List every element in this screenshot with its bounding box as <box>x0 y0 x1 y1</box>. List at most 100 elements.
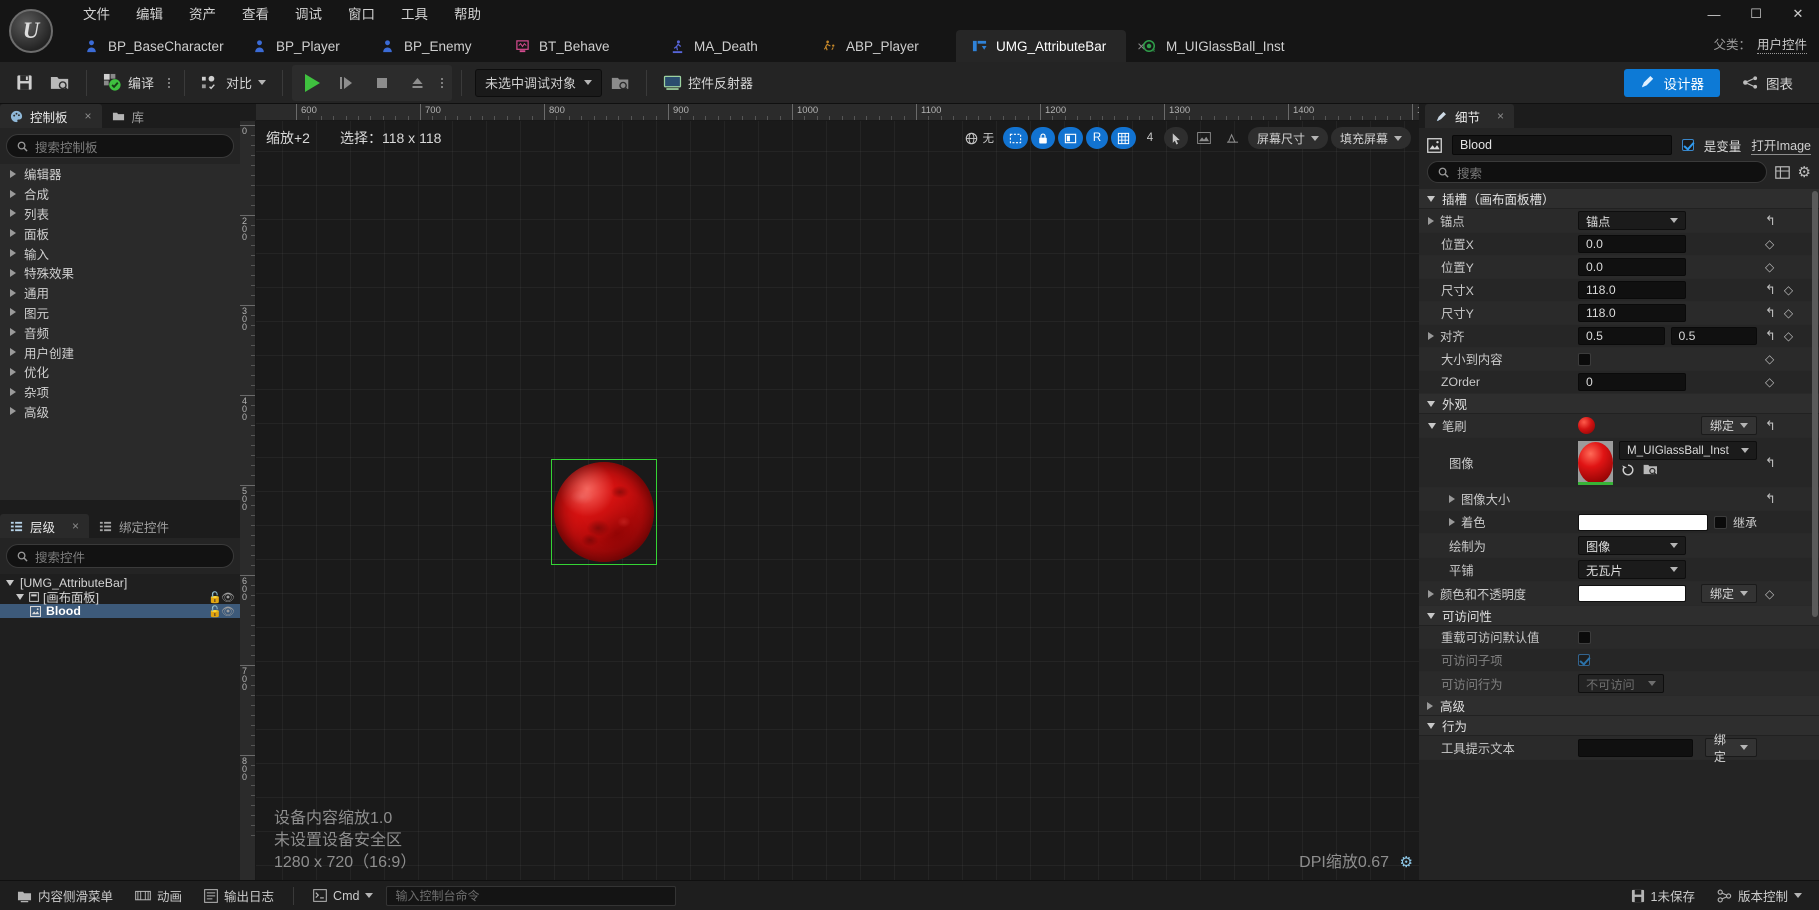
debug-browse-button[interactable] <box>604 67 637 99</box>
revert-icon[interactable]: ↰ <box>1765 491 1776 507</box>
source-control-button[interactable]: 版本控制 <box>1708 885 1811 907</box>
play-options-button[interactable] <box>436 77 448 88</box>
palette-search-input[interactable]: 搜索控制板 <box>6 134 234 158</box>
asset-tab-umg-attributebar[interactable]: UMG_AttributeBar × <box>956 30 1145 62</box>
asset-tab-ma-death[interactable]: MA_Death <box>654 30 806 62</box>
keyframe-icon[interactable]: ◇ <box>1784 306 1793 320</box>
blood-image-widget[interactable] <box>554 462 654 562</box>
section-header-appearance[interactable]: 外观 <box>1419 394 1819 414</box>
palette-category-misc[interactable]: 杂项 <box>0 382 240 402</box>
palette-category-primitive[interactable]: 图元 <box>0 303 240 323</box>
eject-button[interactable] <box>401 67 433 99</box>
asset-tab-m-uiglassball-inst[interactable]: x M_UIGlassBall_Inst <box>1126 30 1311 62</box>
tree-item-canvas-panel[interactable]: [画布面板] 🔓 👁 <box>0 590 240 605</box>
palette-category-special-effects[interactable]: 特殊效果 <box>0 263 240 283</box>
parent-class-link[interactable]: 用户控件 <box>1756 34 1807 54</box>
dashed-rect-button[interactable] <box>1002 127 1028 149</box>
section-header-behavior[interactable]: 行为 <box>1419 716 1819 736</box>
grid-size-value[interactable]: 4 <box>1139 127 1161 149</box>
tiling-dropdown[interactable]: 无瓦片 <box>1578 560 1686 579</box>
palette-category-user-created[interactable]: 用户创建 <box>0 342 240 362</box>
keyframe-icon[interactable]: ◇ <box>1765 587 1774 601</box>
hierarchy-tree[interactable]: [UMG_AttributeBar] [画布面板] 🔓 👁 Blood 🔓 👁 <box>0 574 240 880</box>
palette-category-optimization[interactable]: 优化 <box>0 362 240 382</box>
eye-icon[interactable]: 👁 <box>221 605 235 618</box>
keyframe-icon[interactable]: ◇ <box>1784 329 1793 343</box>
eye-icon[interactable]: 👁 <box>221 591 235 604</box>
zorder-input[interactable]: 0 <box>1578 373 1686 391</box>
mode-graph-button[interactable]: 图表 <box>1726 69 1809 97</box>
alignment-y-input[interactable]: 0.5 <box>1670 327 1757 345</box>
tab-details[interactable]: 细节 × <box>1425 104 1515 128</box>
gear-icon[interactable]: ⚙ <box>1400 853 1413 871</box>
draw-as-dropdown[interactable]: 图像 <box>1578 536 1686 555</box>
content-drawer-button[interactable]: 内容侧滑菜单 <box>8 885 122 907</box>
hierarchy-search-input[interactable]: 搜索控件 <box>6 544 234 568</box>
cmd-mode-dropdown[interactable]: Cmd <box>304 885 382 907</box>
lock-icon[interactable]: 🔓 <box>208 591 222 604</box>
tint-inherit-checkbox[interactable] <box>1713 515 1727 529</box>
details-properties-scroll[interactable]: 插槽（画布面板槽） 锚点 锚点 ↰ 位置X 0.0 ◇ 位置Y 0.0 ◇ 尺寸… <box>1419 189 1819 880</box>
screen-size-dropdown[interactable]: 屏幕尺寸 <box>1247 127 1328 149</box>
keyframe-icon[interactable]: ◇ <box>1765 352 1774 366</box>
asset-tab-bp-player[interactable]: BP_Player <box>236 30 364 62</box>
alignment-x-input[interactable]: 0.5 <box>1578 327 1665 345</box>
designer-canvas[interactable]: 缩放+2 选择：118 x 118 无 R 4 屏幕尺寸 填充屏幕 设备内容缩放… <box>256 121 1419 880</box>
use-selected-asset-icon[interactable] <box>1621 463 1635 477</box>
menu-assets[interactable]: 资产 <box>176 0 229 26</box>
revert-icon[interactable]: ↰ <box>1765 328 1776 344</box>
chevron-right-icon[interactable] <box>1428 332 1434 340</box>
tab-bound-widgets[interactable]: 绑定控件 <box>89 514 179 538</box>
lock-button[interactable] <box>1030 127 1055 149</box>
unsaved-changes-button[interactable]: 1未保存 <box>1622 885 1704 907</box>
tooltip-text-input[interactable] <box>1578 738 1693 757</box>
color-opacity-swatch[interactable] <box>1578 585 1686 602</box>
window-minimize-button[interactable]: — <box>1693 0 1735 28</box>
tree-item-umg-attributebar[interactable]: [UMG_AttributeBar] <box>0 576 240 590</box>
window-close-button[interactable]: ✕ <box>1777 0 1819 28</box>
unreal-logo[interactable]: U <box>0 0 62 62</box>
keyframe-icon[interactable]: ◇ <box>1765 237 1774 251</box>
size-to-content-checkbox[interactable] <box>1578 352 1591 366</box>
browse-to-asset-icon[interactable] <box>1643 463 1658 477</box>
animation-button[interactable]: 动画 <box>126 885 191 907</box>
details-scrollbar[interactable] <box>1812 191 1818 878</box>
color-opacity-bind-button[interactable]: 绑定 <box>1700 584 1757 603</box>
section-header-advanced[interactable]: 高级 <box>1419 696 1819 716</box>
menu-view[interactable]: 查看 <box>229 0 282 26</box>
revert-icon[interactable]: ↰ <box>1765 418 1776 434</box>
keyframe-icon[interactable]: ◇ <box>1765 375 1774 389</box>
palette-category-list[interactable]: 列表 <box>0 204 240 224</box>
brush-preview-swatch[interactable] <box>1578 417 1595 434</box>
lock-icon[interactable]: 🔓 <box>208 605 222 618</box>
open-image-link[interactable]: 打开Image <box>1751 135 1811 155</box>
image-preview-button[interactable] <box>1191 127 1217 149</box>
accessible-children-checkbox[interactable] <box>1578 654 1590 666</box>
keyframe-icon[interactable]: ◇ <box>1765 260 1774 274</box>
chevron-right-icon[interactable] <box>1428 589 1434 598</box>
gear-icon[interactable]: ⚙ <box>1798 163 1811 181</box>
fill-screen-dropdown[interactable]: 填充屏幕 <box>1330 127 1411 149</box>
widget-selection-outline[interactable] <box>551 459 657 565</box>
chevron-down-icon[interactable] <box>1428 422 1436 429</box>
asset-tab-bt-behave[interactable]: BT_Behave <box>499 30 654 62</box>
asset-tab-abp-player[interactable]: ABP_Player <box>806 30 956 62</box>
revert-icon[interactable]: ↰ <box>1765 305 1776 321</box>
compile-options-button[interactable] <box>163 77 175 88</box>
compile-button[interactable]: 编译 <box>96 67 161 99</box>
menu-window[interactable]: 窗口 <box>335 0 388 26</box>
asset-tab-bp-basecharacter[interactable]: BP_BaseCharacter <box>68 30 236 62</box>
size-x-input[interactable]: 118.0 <box>1578 281 1686 299</box>
play-button[interactable] <box>296 67 328 99</box>
scrollbar-thumb[interactable] <box>1812 191 1818 617</box>
revert-icon[interactable]: ↰ <box>1765 455 1776 471</box>
details-search-input[interactable]: 搜索 <box>1427 161 1767 183</box>
tooltip-bind-button[interactable]: 绑定 <box>1704 733 1757 764</box>
step-button[interactable] <box>331 67 363 99</box>
section-header-accessibility[interactable]: 可访问性 <box>1419 606 1819 626</box>
menu-edit[interactable]: 编辑 <box>123 0 176 26</box>
tab-palette[interactable]: 控制板 × <box>0 104 102 128</box>
palette-category-list[interactable]: 编辑器 合成 列表 面板 输入 特殊效果 通用 图元 音频 用户创建 优化 杂项… <box>0 164 240 500</box>
brush-bind-button[interactable]: 绑定 <box>1700 416 1757 435</box>
grid-view-icon[interactable] <box>1774 165 1790 180</box>
